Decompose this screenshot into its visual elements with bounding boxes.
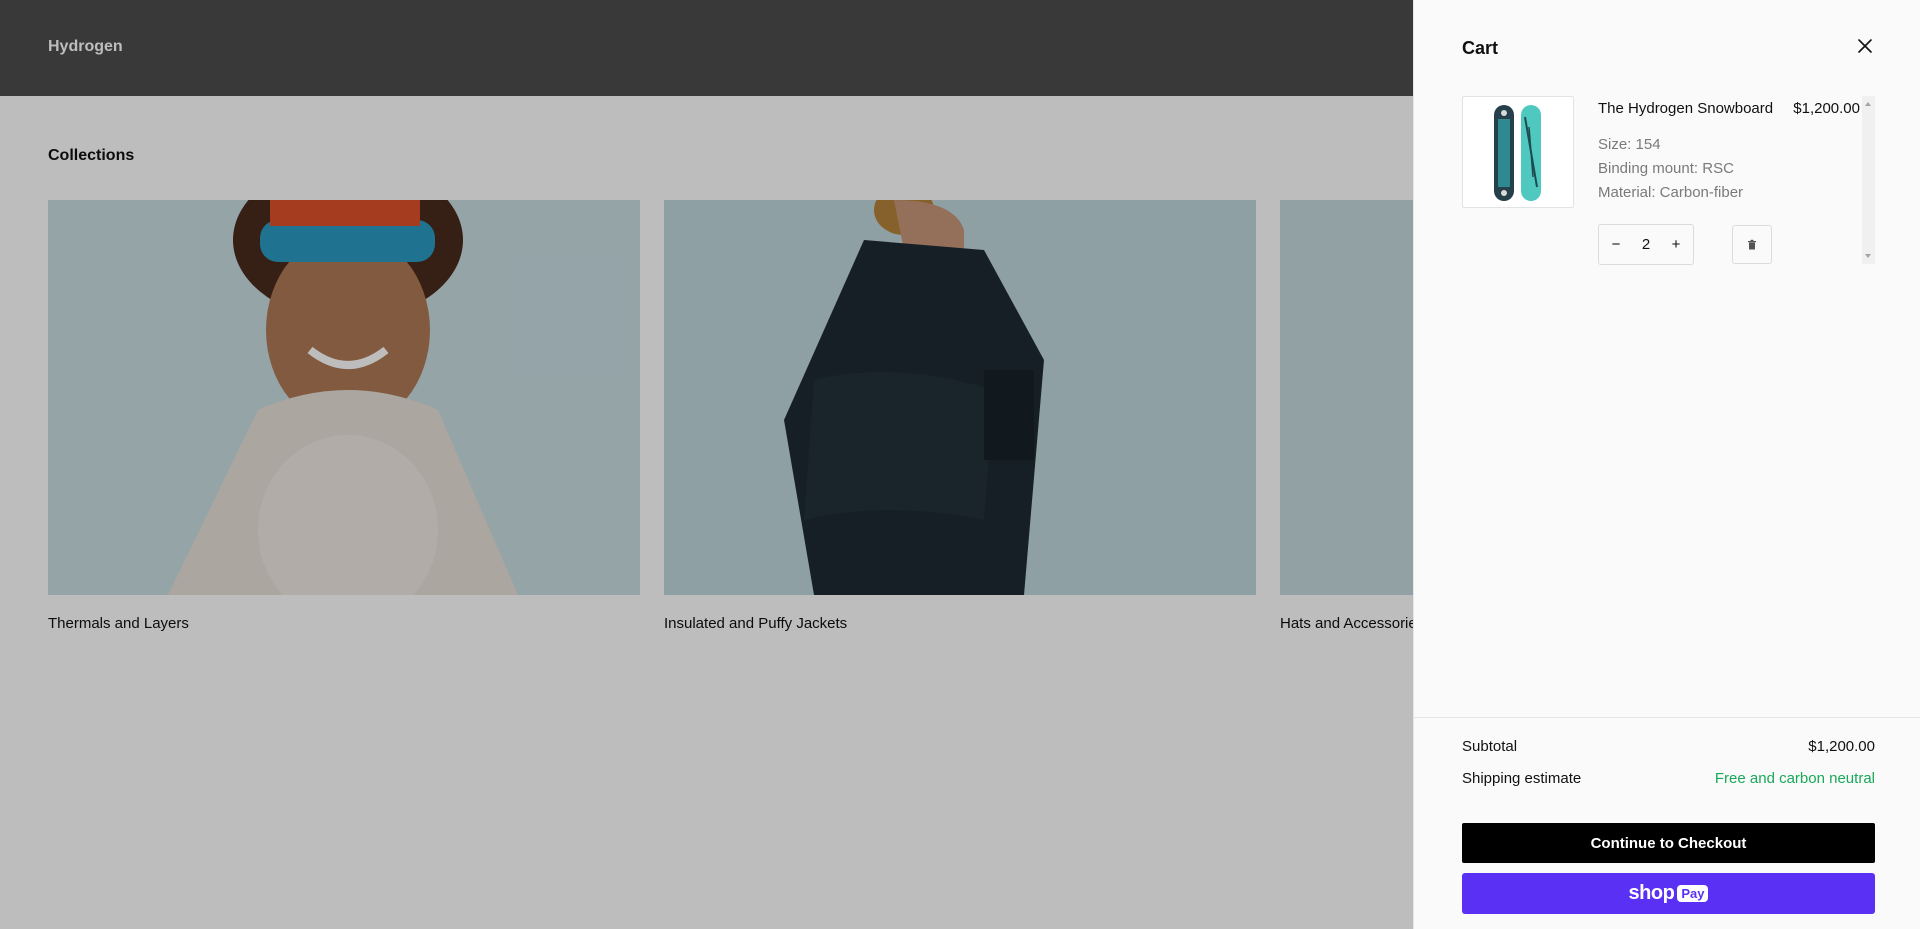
cart-line-item: The Hydrogen Snowboard $1,200.00 Size: 1… xyxy=(1462,96,1875,266)
checkout-button[interactable]: Continue to Checkout xyxy=(1462,823,1875,863)
subtotal-value: $1,200.00 xyxy=(1808,738,1875,755)
shop-pay-logo-pay: Pay xyxy=(1677,885,1709,902)
quantity-stepper: − 2 + xyxy=(1598,224,1694,265)
product-option-material: Material: Carbon-fiber xyxy=(1598,184,1744,201)
cart-title: Cart xyxy=(1462,38,1499,58)
scroll-up-arrow[interactable] xyxy=(1865,102,1871,106)
line-items-scrollbar[interactable] xyxy=(1862,96,1875,264)
close-icon xyxy=(1858,39,1872,53)
decrease-quantity-button[interactable]: − xyxy=(1605,230,1627,260)
product-option-size: Size: 154 xyxy=(1598,136,1661,153)
product-option-binding: Binding mount: RSC xyxy=(1598,160,1734,177)
close-cart-button[interactable] xyxy=(1855,36,1875,56)
shipping-value: Free and carbon neutral xyxy=(1714,770,1875,787)
shop-pay-button[interactable]: shop Pay xyxy=(1462,873,1875,914)
shop-pay-logo-shop: shop xyxy=(1628,882,1675,904)
increase-quantity-button[interactable]: + xyxy=(1665,230,1687,260)
product-thumbnail[interactable] xyxy=(1462,96,1574,208)
subtotal-label: Subtotal xyxy=(1462,738,1518,755)
trash-icon xyxy=(1748,239,1756,249)
cart-drawer: Cart The Hydrogen Snowboard $1,200.00 Si… xyxy=(1413,0,1920,929)
remove-item-button[interactable] xyxy=(1732,225,1772,264)
product-title[interactable]: The Hydrogen Snowboard xyxy=(1598,100,1773,117)
scroll-down-arrow[interactable] xyxy=(1865,254,1871,258)
shipping-row: Shipping estimate Free and carbon neutra… xyxy=(1462,770,1875,787)
quantity-value: 2 xyxy=(1641,236,1651,253)
cart-summary: Subtotal $1,200.00 Shipping estimate Fre… xyxy=(1414,717,1920,929)
product-price: $1,200.00 xyxy=(1793,100,1860,117)
subtotal-row: Subtotal $1,200.00 xyxy=(1462,738,1875,755)
shipping-label: Shipping estimate xyxy=(1462,770,1582,787)
